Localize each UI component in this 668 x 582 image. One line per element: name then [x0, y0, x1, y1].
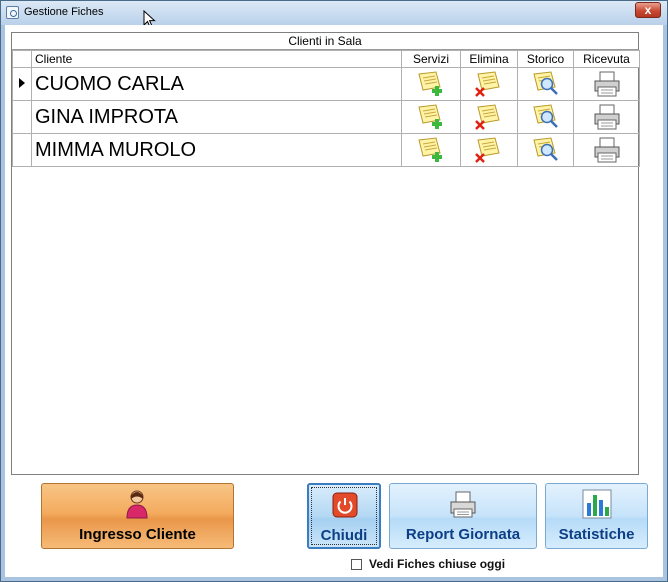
title-bar[interactable]: Gestione Fiches x — [1, 1, 667, 25]
note-delete-icon — [475, 71, 500, 97]
servizi-button[interactable] — [401, 67, 461, 101]
note-search-icon — [532, 137, 558, 161]
row-selector[interactable] — [12, 133, 32, 167]
current-row-indicator-icon — [19, 78, 25, 88]
note-add-icon — [418, 137, 442, 162]
table-row[interactable]: CUOMO CARLA — [12, 67, 640, 101]
note-search-icon — [532, 71, 558, 95]
note-delete-icon — [475, 137, 500, 163]
ingresso-cliente-label: Ingresso Cliente — [79, 526, 196, 543]
grid-caption: Clienti in Sala — [12, 33, 638, 50]
printer-icon — [594, 137, 619, 163]
header-row: Cliente Servizi Elimina Storico Ricevuta — [12, 50, 640, 68]
note-add-icon — [418, 104, 442, 129]
storico-button[interactable] — [517, 67, 574, 101]
column-header-servizi[interactable]: Servizi — [401, 50, 461, 68]
report-giornata-label: Report Giornata — [405, 526, 521, 543]
row-selector[interactable] — [12, 100, 32, 134]
ricevuta-button[interactable] — [573, 67, 640, 101]
app-icon — [6, 6, 19, 19]
vedi-fiches-chiuse-checkbox[interactable] — [351, 559, 362, 570]
bar-chart-icon — [582, 489, 612, 519]
note-search-icon — [532, 104, 558, 128]
storico-button[interactable] — [517, 100, 574, 134]
row-header-corner — [12, 50, 32, 68]
table-row[interactable]: GINA IMPROTA — [12, 100, 640, 134]
power-icon — [332, 492, 358, 518]
ingresso-cliente-button[interactable]: Ingresso Cliente — [41, 483, 234, 549]
clients-grid: Clienti in Sala Cliente Servizi Elimina … — [11, 32, 640, 475]
table-row[interactable]: MIMMA MUROLO — [12, 133, 640, 167]
client-name-cell[interactable]: MIMMA MUROLO — [31, 133, 402, 167]
close-button[interactable]: x — [635, 2, 661, 18]
chiudi-label: Chiudi — [320, 527, 368, 544]
client-area: Clienti in Sala Cliente Servizi Elimina … — [5, 25, 663, 577]
ricevuta-button[interactable] — [573, 100, 640, 134]
column-header-elimina[interactable]: Elimina — [460, 50, 518, 68]
clients-table: Cliente Servizi Elimina Storico Ricevuta… — [12, 50, 640, 167]
vedi-fiches-chiuse-label[interactable]: Vedi Fiches chiuse oggi — [369, 557, 505, 571]
servizi-button[interactable] — [401, 100, 461, 134]
elimina-button[interactable] — [460, 67, 518, 101]
statistiche-label: Statistiche — [558, 526, 635, 543]
elimina-button[interactable] — [460, 133, 518, 167]
note-add-icon — [418, 71, 442, 96]
elimina-button[interactable] — [460, 100, 518, 134]
row-selector[interactable] — [12, 67, 32, 101]
printer-icon — [594, 71, 619, 97]
window-title: Gestione Fiches — [24, 6, 104, 18]
servizi-button[interactable] — [401, 133, 461, 167]
ricevuta-button[interactable] — [573, 133, 640, 167]
column-header-ricevuta[interactable]: Ricevuta — [573, 50, 640, 68]
column-header-storico[interactable]: Storico — [517, 50, 574, 68]
report-giornata-button[interactable]: Report Giornata — [389, 483, 537, 549]
note-delete-icon — [475, 104, 500, 130]
statistiche-button[interactable]: Statistiche — [545, 483, 648, 549]
client-name-cell[interactable]: GINA IMPROTA — [31, 100, 402, 134]
client-name-cell[interactable]: CUOMO CARLA — [31, 67, 402, 101]
storico-button[interactable] — [517, 133, 574, 167]
column-header-cliente[interactable]: Cliente — [31, 50, 402, 68]
chiudi-button[interactable]: Chiudi — [307, 483, 381, 549]
printer-icon — [594, 104, 619, 130]
printer-icon — [450, 491, 476, 518]
main-window: Gestione Fiches x Clienti in Sala Client… — [0, 0, 668, 582]
person-icon — [126, 490, 148, 519]
